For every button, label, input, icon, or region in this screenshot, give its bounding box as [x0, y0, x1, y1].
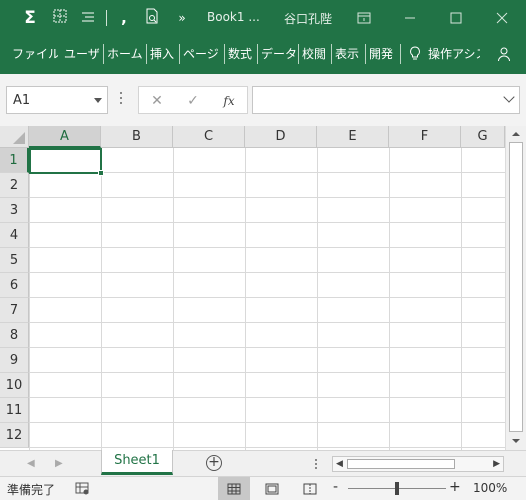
- scroll-right-icon[interactable]: ▶: [493, 459, 500, 469]
- name-box-value: A1: [13, 93, 31, 108]
- active-cell[interactable]: [29, 148, 104, 176]
- tab-developer[interactable]: 開発: [369, 44, 397, 64]
- scroll-left-icon[interactable]: ◀: [336, 459, 343, 469]
- tab-review[interactable]: 校閲: [302, 44, 330, 64]
- zoom-out-button[interactable]: -: [333, 479, 338, 495]
- column-header-a[interactable]: A: [29, 126, 101, 148]
- tab-separator: [331, 44, 332, 64]
- sheet-tab-bar: ◀ ▶ Sheet1 + ◀ ▶: [0, 450, 526, 476]
- tab-separator: [146, 44, 147, 64]
- vertical-scrollbar[interactable]: [505, 126, 526, 450]
- row-header-5[interactable]: 5: [0, 248, 29, 273]
- page-break-view-button[interactable]: [294, 477, 326, 500]
- formula-bar: A1 ✕ ✓ fx: [0, 74, 526, 126]
- row-header-12[interactable]: 12: [0, 423, 29, 448]
- page-break-icon: [303, 483, 317, 494]
- lightbulb-icon[interactable]: [409, 44, 423, 64]
- tab-insert[interactable]: 挿入: [150, 44, 178, 64]
- maximize-icon[interactable]: [444, 6, 468, 30]
- normal-view-icon: [227, 483, 241, 494]
- column-header-e[interactable]: E: [317, 126, 389, 148]
- page-layout-view-button[interactable]: [256, 477, 288, 500]
- zoom-level[interactable]: 100%: [473, 481, 507, 495]
- scroll-down-icon[interactable]: [511, 436, 521, 446]
- table-grid-icon[interactable]: [50, 8, 70, 28]
- minimize-icon[interactable]: [398, 6, 422, 30]
- name-box[interactable]: A1: [6, 86, 108, 114]
- more-commands-icon[interactable]: »: [172, 8, 192, 28]
- row-header-7[interactable]: 7: [0, 298, 29, 323]
- page-layout-icon: [265, 483, 279, 494]
- formula-buttons: ✕ ✓ fx: [138, 86, 248, 114]
- share-icon[interactable]: [497, 44, 517, 64]
- column-header-f[interactable]: F: [389, 126, 461, 148]
- tab-separator: [298, 44, 299, 64]
- macro-record-icon[interactable]: [75, 481, 89, 495]
- tab-formulas[interactable]: 数式: [228, 44, 256, 64]
- column-header-g[interactable]: G: [461, 126, 505, 148]
- tab-separator: [257, 44, 258, 64]
- tab-separator: [400, 44, 401, 64]
- document-title: Book1 ...: [207, 10, 260, 24]
- tab-home[interactable]: ホーム: [107, 44, 145, 64]
- row-header-1[interactable]: 1: [0, 148, 29, 173]
- tab-page-layout[interactable]: ページ: [183, 44, 223, 64]
- zoom-in-button[interactable]: +: [449, 479, 461, 495]
- expand-formula-bar-icon[interactable]: [503, 91, 515, 103]
- chevron-down-icon[interactable]: [94, 98, 102, 103]
- select-all-button[interactable]: [0, 126, 29, 148]
- tab-user[interactable]: ユーザー: [64, 44, 100, 64]
- column-header-b[interactable]: B: [101, 126, 173, 148]
- cell-area[interactable]: [29, 148, 505, 450]
- row-header-8[interactable]: 8: [0, 323, 29, 348]
- ribbon-tabs: ファイル ユーザー ホーム 挿入 ページ 数式 データ 校閲 表示 開発 操作ア…: [0, 36, 526, 74]
- row-header-11[interactable]: 11: [0, 398, 29, 423]
- worksheet-grid: ABCDEFG 1 2 3 4 5 6 7 8 9 10 11 12: [0, 126, 526, 450]
- tab-data[interactable]: データ: [261, 44, 297, 64]
- fill-handle[interactable]: [98, 170, 104, 176]
- drag-handle-icon[interactable]: [120, 92, 123, 106]
- horizontal-scrollbar[interactable]: ◀ ▶: [332, 456, 504, 472]
- row-header-2[interactable]: 2: [0, 173, 29, 198]
- add-sheet-button[interactable]: +: [206, 455, 222, 471]
- toolbar-separator: [106, 10, 107, 26]
- previous-sheet-icon[interactable]: ◀: [27, 458, 37, 470]
- enter-icon[interactable]: ✓: [183, 91, 203, 111]
- tab-view[interactable]: 表示: [335, 44, 363, 64]
- cancel-icon[interactable]: ✕: [147, 91, 167, 111]
- horizontal-scroll-thumb[interactable]: [347, 459, 455, 469]
- tell-me-search[interactable]: 操作アシス: [428, 44, 480, 64]
- close-icon[interactable]: [490, 6, 514, 30]
- tab-file[interactable]: ファイル: [12, 44, 58, 64]
- row-header-10[interactable]: 10: [0, 373, 29, 398]
- scroll-up-icon[interactable]: [511, 129, 521, 139]
- user-name[interactable]: 谷口孔陛: [284, 10, 332, 27]
- row-header-3[interactable]: 3: [0, 198, 29, 223]
- tab-separator: [103, 44, 104, 64]
- autosum-icon[interactable]: Σ: [20, 8, 40, 28]
- align-lines-icon[interactable]: [78, 8, 98, 28]
- row-header-4[interactable]: 4: [0, 223, 29, 248]
- title-bar: Σ , » Book1 ... 谷口孔陛: [0, 0, 526, 36]
- comma-style-icon[interactable]: ,: [114, 8, 134, 28]
- formula-input[interactable]: [252, 86, 520, 114]
- row-header-9[interactable]: 9: [0, 348, 29, 373]
- column-header-d[interactable]: D: [245, 126, 317, 148]
- tab-splitter-icon[interactable]: [315, 459, 318, 471]
- status-bar: 準備完了 - + 100%: [0, 476, 526, 500]
- tab-separator: [179, 44, 180, 64]
- tab-separator: [365, 44, 366, 64]
- ribbon-display-options-icon[interactable]: [352, 6, 376, 30]
- tab-separator: [224, 44, 225, 64]
- column-header-c[interactable]: C: [173, 126, 245, 148]
- zoom-slider-thumb[interactable]: [395, 482, 399, 495]
- next-sheet-icon[interactable]: ▶: [55, 458, 65, 470]
- row-header-6[interactable]: 6: [0, 273, 29, 298]
- print-preview-icon[interactable]: [142, 8, 162, 28]
- insert-function-icon[interactable]: fx: [219, 91, 239, 111]
- sheet-tab-sheet1[interactable]: Sheet1: [101, 450, 173, 475]
- normal-view-button[interactable]: [218, 477, 250, 500]
- vertical-scroll-thumb[interactable]: [509, 142, 523, 432]
- status-text: 準備完了: [7, 483, 56, 497]
